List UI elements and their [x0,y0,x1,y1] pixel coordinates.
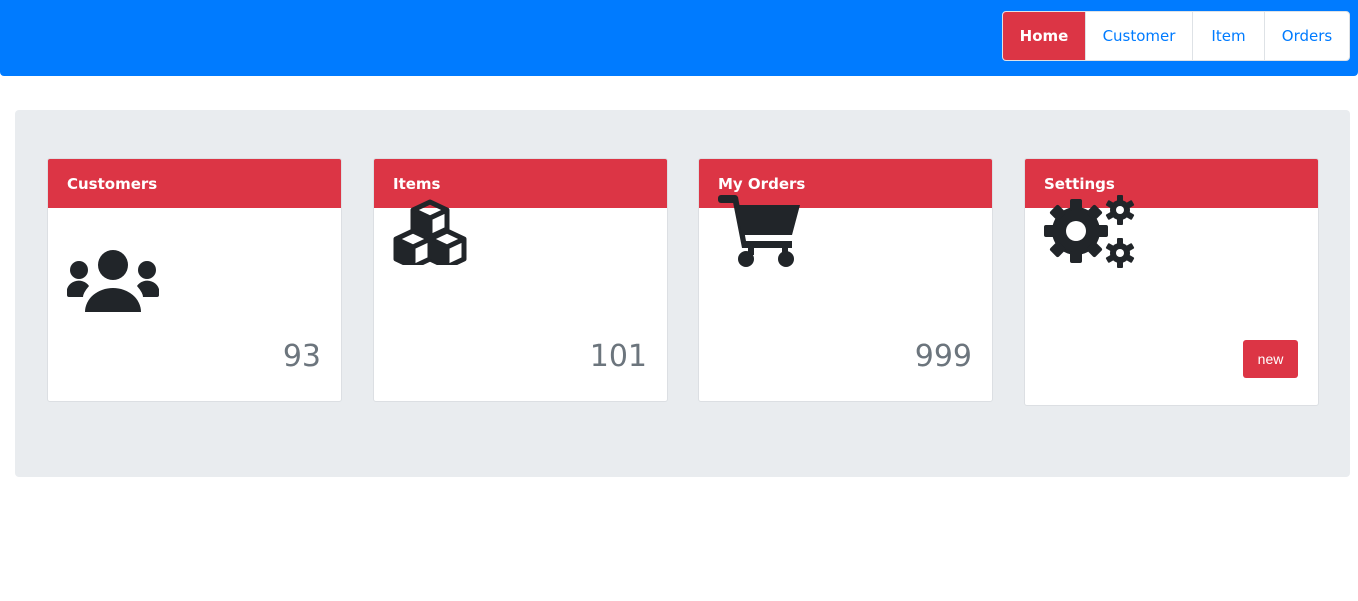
cubes-icon [393,199,467,270]
top-navbar: Home Customer Item Orders [0,0,1358,76]
nav-orders[interactable]: Orders [1264,12,1349,60]
nav-customer[interactable]: Customer [1085,12,1192,60]
dashboard-panel: Customers 93 Items 101 My Orders 999 Set… [15,110,1350,477]
main-nav: Home Customer Item Orders [1002,11,1350,61]
customers-count: 93 [282,339,321,374]
nav-item[interactable]: Item [1192,12,1264,60]
nav-home[interactable]: Home [1003,12,1085,60]
items-count: 101 [589,339,647,374]
orders-count: 999 [914,339,972,374]
items-card[interactable]: Items 101 [373,158,668,402]
customers-card-title: Customers [48,159,341,208]
settings-card[interactable]: Settings new [1024,158,1319,406]
users-icon [66,247,160,317]
cart-icon [718,195,802,273]
new-button[interactable]: new [1243,340,1298,378]
orders-card[interactable]: My Orders 999 [698,158,993,402]
customers-card[interactable]: Customers 93 [47,158,342,402]
gears-icon [1044,195,1136,275]
